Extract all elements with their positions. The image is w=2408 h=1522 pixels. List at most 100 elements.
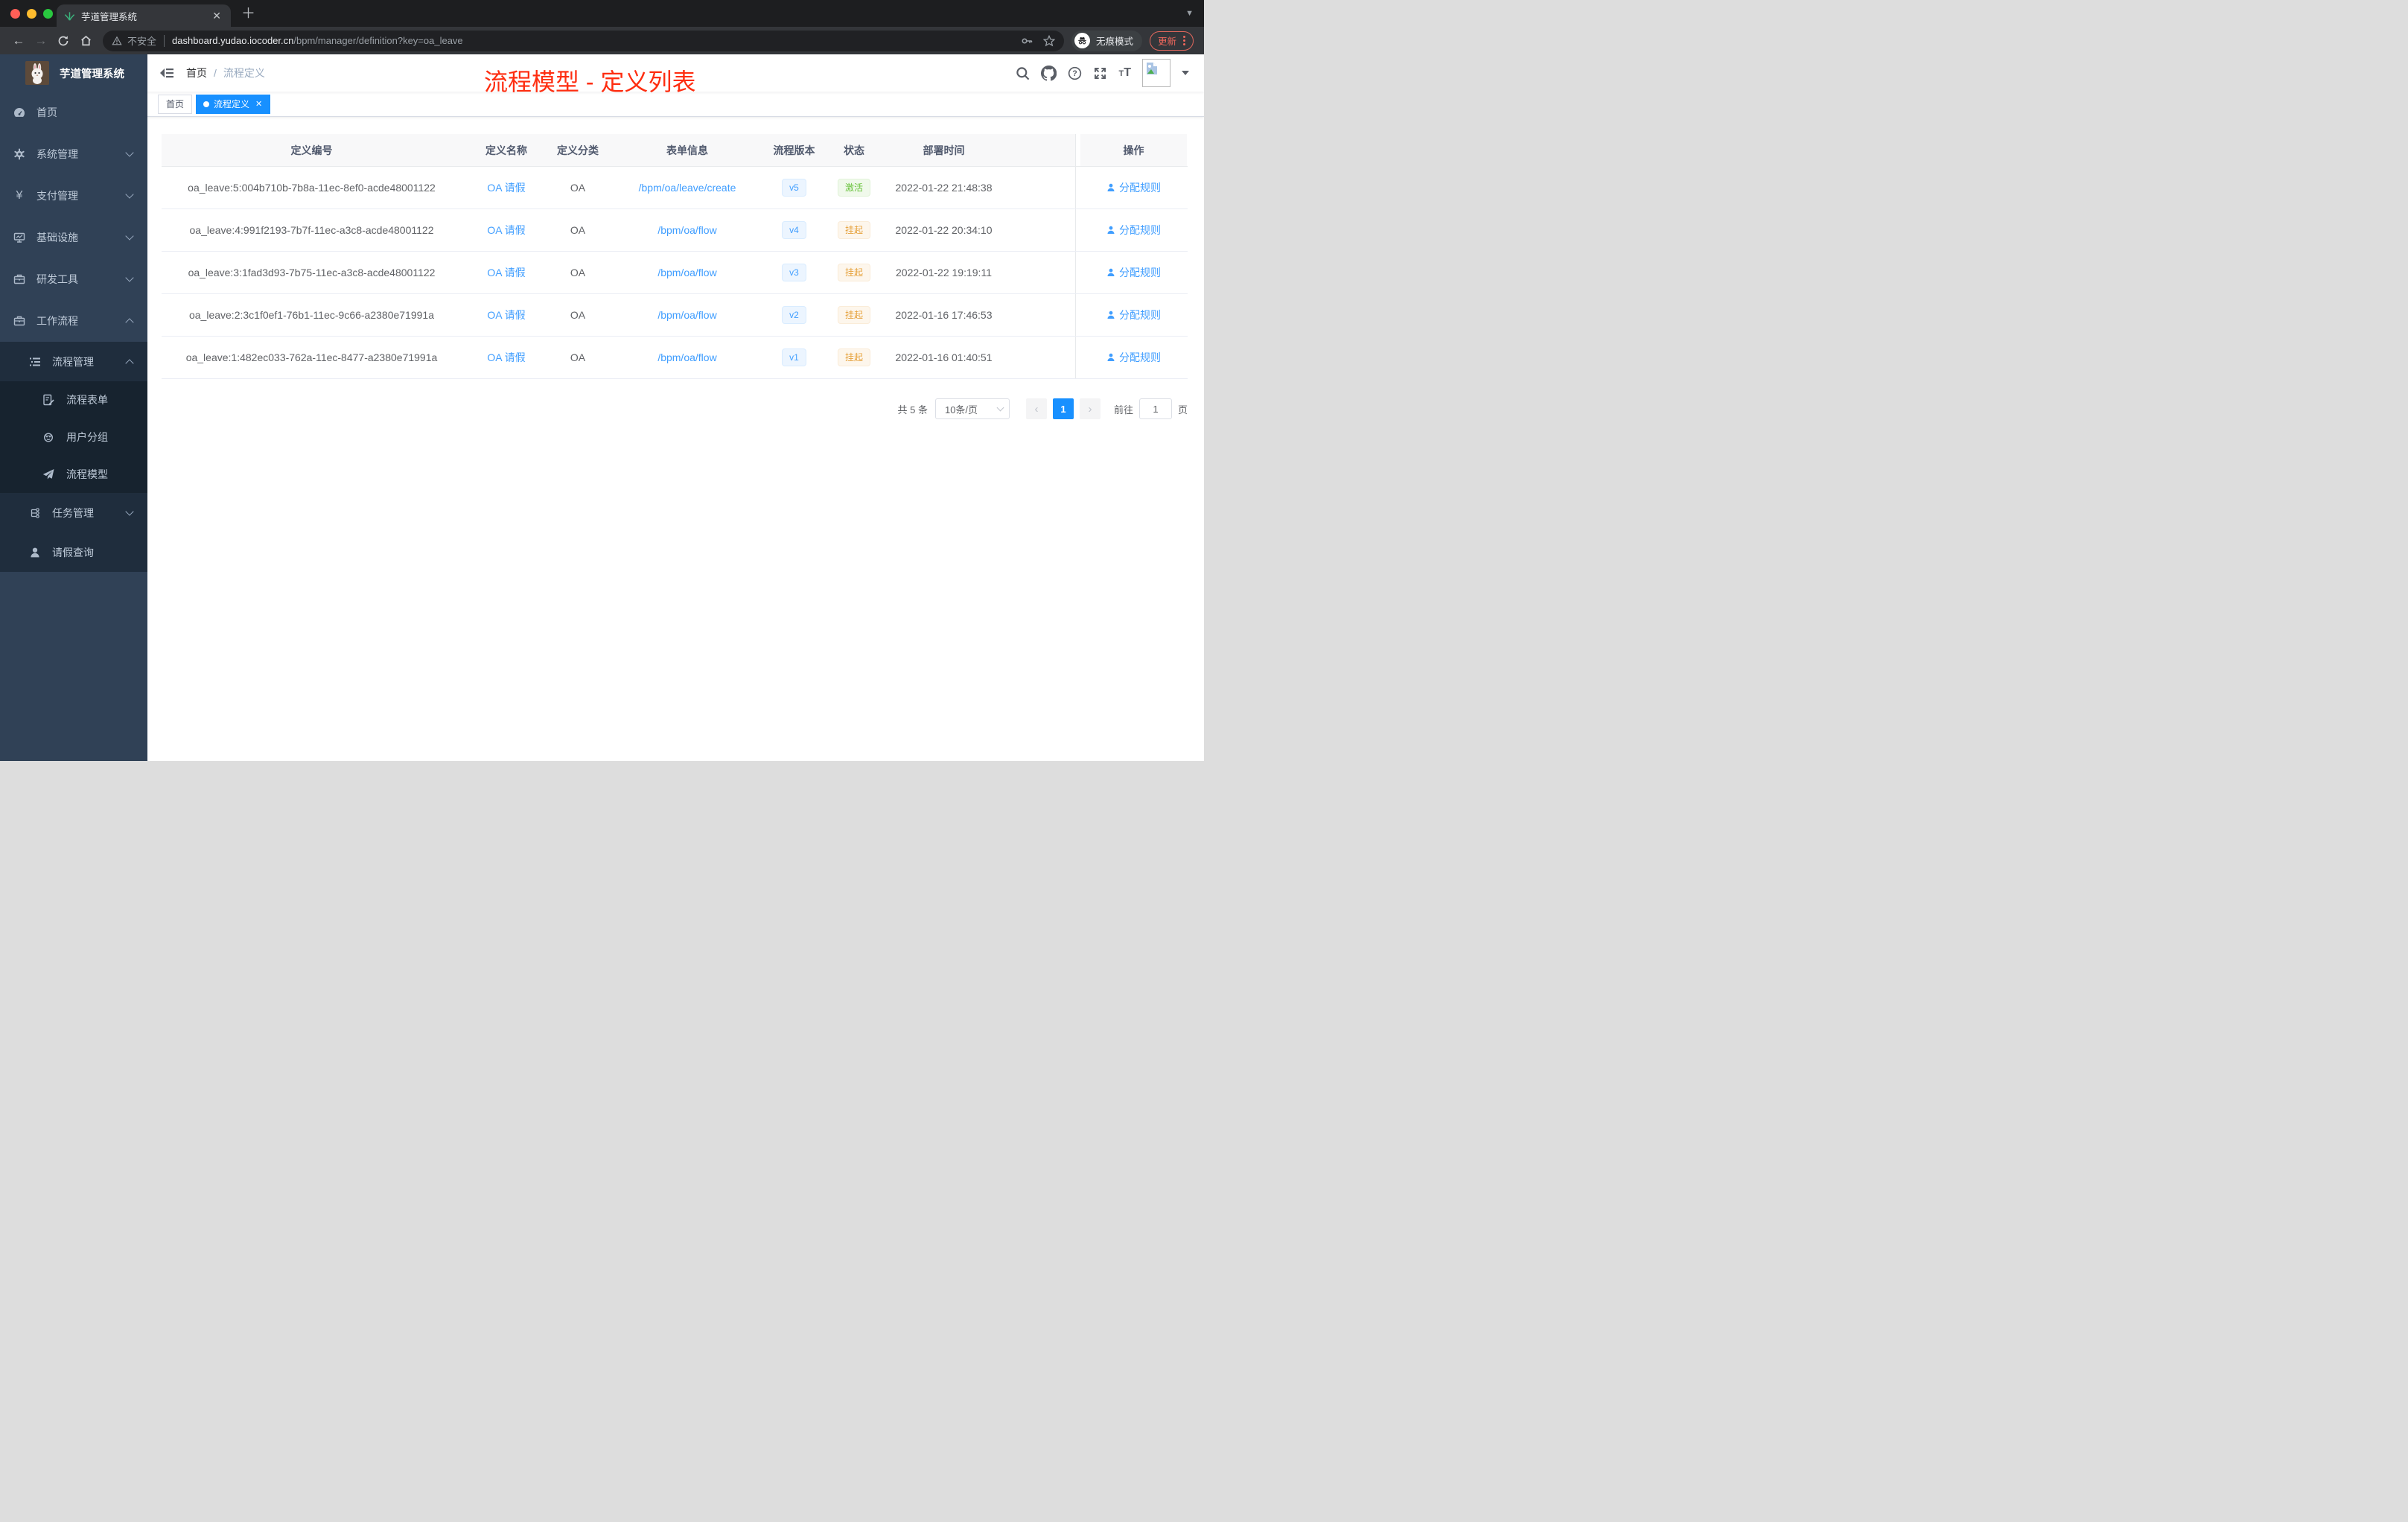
definition-name-link[interactable]: OA 请假: [487, 308, 525, 322]
minimize-window-button[interactable]: [27, 9, 36, 19]
cell-category: OA: [570, 351, 586, 363]
cell-definition-id: oa_leave:1:482ec033-762a-11ec-8477-a2380…: [185, 351, 438, 363]
sidebar-item-leave-query[interactable]: 请假查询: [0, 532, 147, 572]
col-header-status: 状态: [844, 144, 864, 156]
new-tab-icon[interactable]: ＋: [241, 2, 255, 22]
sidebar-item-workflow[interactable]: 工作流程: [0, 300, 147, 342]
cell-deploy-time: 2022-01-16 01:40:51: [895, 351, 993, 363]
tag-close-icon[interactable]: ✕: [255, 99, 262, 109]
assign-rule-link[interactable]: 分配规则: [1119, 265, 1161, 280]
github-icon[interactable]: [1041, 66, 1057, 81]
assign-rule-link[interactable]: 分配规则: [1119, 350, 1161, 365]
version-badge: v3: [782, 264, 806, 281]
goto-label: 前往: [1113, 404, 1133, 415]
goto-page-input[interactable]: [1138, 398, 1172, 419]
address-bar[interactable]: 不安全 dashboard.yudao.iocoder.cn/bpm/manag…: [103, 30, 1064, 51]
sidebar-item-label: 支付管理: [36, 190, 78, 202]
tag-process-definition[interactable]: 流程定义 ✕: [196, 94, 271, 114]
sidebar-item-process-mgmt[interactable]: 流程管理: [0, 342, 147, 381]
form-link[interactable]: /bpm/oa/leave/create: [639, 182, 736, 194]
caret-down-icon[interactable]: [1182, 71, 1189, 75]
form-link[interactable]: /bpm/oa/flow: [657, 309, 716, 321]
robot-icon: [42, 431, 54, 443]
tab-close-icon[interactable]: ✕: [210, 10, 223, 22]
sidebar-item-dev-tools[interactable]: 研发工具: [0, 258, 147, 300]
status-badge: 挂起: [837, 264, 870, 281]
assign-rule-link[interactable]: 分配规则: [1119, 308, 1161, 322]
browser-tab-strip: 芋道管理系统 ✕ ＋ ▼: [0, 0, 1204, 27]
star-icon[interactable]: [1043, 35, 1055, 47]
col-header-form: 表单信息: [666, 144, 708, 156]
avatar[interactable]: [1142, 59, 1170, 87]
table-row: oa_leave:4:991f2193-7b7f-11ec-a3c8-acde4…: [162, 209, 1188, 252]
close-window-button[interactable]: [10, 9, 20, 19]
gear-icon: [13, 148, 25, 160]
incognito-icon: [1077, 36, 1087, 45]
key-icon[interactable]: [1021, 35, 1033, 47]
chevron-up-icon: [125, 358, 134, 368]
sidebar-item-task-mgmt[interactable]: 任务管理: [0, 493, 147, 532]
cell-definition-id: oa_leave:2:3c1f0ef1-76b1-11ec-9c66-a2380…: [188, 309, 434, 321]
pagination: 共 5 条 10条/页 ‹ 1 › 前往 页: [162, 398, 1188, 419]
kebab-menu-icon[interactable]: [1183, 36, 1185, 45]
page-number-1[interactable]: 1: [1052, 398, 1074, 419]
form-link[interactable]: /bpm/oa/flow: [657, 224, 716, 236]
update-button[interactable]: 更新: [1149, 31, 1194, 51]
forward-icon[interactable]: →: [30, 34, 52, 48]
cell-definition-id: oa_leave:5:004b710b-7b8a-11ec-8ef0-acde4…: [188, 182, 436, 194]
send-icon: [42, 468, 54, 480]
home-icon[interactable]: [74, 34, 97, 47]
chevron-down-icon: [125, 190, 134, 199]
definition-name-link[interactable]: OA 请假: [487, 265, 525, 280]
sidebar-item-label: 工作流程: [36, 315, 78, 327]
maximize-window-button[interactable]: [43, 9, 53, 19]
cell-category: OA: [570, 224, 586, 236]
back-icon[interactable]: ←: [7, 34, 30, 48]
cell-definition-id: oa_leave:4:991f2193-7b7f-11ec-a3c8-acde4…: [189, 224, 434, 236]
sidebar-item-label: 流程模型: [66, 468, 108, 480]
sidebar-item-user-group[interactable]: 用户分组: [0, 418, 147, 456]
sidebar-item-process-model[interactable]: 流程模型: [0, 456, 147, 493]
next-page-button[interactable]: ›: [1079, 398, 1101, 419]
breadcrumb-home[interactable]: 首页: [186, 66, 207, 80]
breadcrumb-current: 流程定义: [223, 67, 265, 79]
tag-home[interactable]: 首页: [158, 94, 193, 114]
table-row: oa_leave:2:3c1f0ef1-76b1-11ec-9c66-a2380…: [162, 294, 1188, 337]
search-icon[interactable]: [1016, 66, 1030, 80]
security-label[interactable]: 不安全: [127, 34, 156, 48]
tag-label: 流程定义: [214, 99, 250, 109]
person-icon: [1106, 268, 1115, 277]
active-dot: [203, 101, 210, 107]
cell-deploy-time: 2022-01-22 20:34:10: [895, 224, 993, 236]
sidebar-item-home[interactable]: 首页: [0, 92, 147, 133]
form-link[interactable]: /bpm/oa/flow: [657, 351, 716, 363]
logo-title: 芋道管理系统: [60, 68, 124, 80]
cell-category: OA: [570, 267, 586, 278]
cell-definition-id: oa_leave:3:1fad3d93-7b75-11ec-a3c8-acde4…: [188, 267, 436, 278]
list-icon: [29, 356, 41, 368]
sidebar-item-payment-mgmt[interactable]: ¥ 支付管理: [0, 175, 147, 217]
definition-name-link[interactable]: OA 请假: [487, 350, 525, 365]
version-badge: v2: [782, 306, 806, 324]
reload-icon[interactable]: [52, 34, 74, 47]
form-icon: [42, 394, 54, 406]
assign-rule-link[interactable]: 分配规则: [1119, 223, 1161, 238]
definition-name-link[interactable]: OA 请假: [487, 180, 525, 195]
sidebar-item-system-mgmt[interactable]: 系统管理: [0, 133, 147, 175]
assign-rule-link[interactable]: 分配规则: [1119, 180, 1161, 195]
url-text[interactable]: dashboard.yudao.iocoder.cn/bpm/manager/d…: [172, 35, 463, 46]
help-icon[interactable]: [1068, 66, 1082, 80]
sidebar-item-label: 基础设施: [36, 232, 78, 243]
definition-name-link[interactable]: OA 请假: [487, 223, 525, 238]
prev-page-button[interactable]: ‹: [1025, 398, 1047, 419]
tab-search-icon[interactable]: ▼: [1185, 9, 1194, 18]
browser-tab[interactable]: 芋道管理系统 ✕: [57, 4, 231, 27]
fullscreen-icon[interactable]: [1093, 66, 1107, 80]
page-size-select[interactable]: 10条/页: [934, 398, 1010, 419]
form-link[interactable]: /bpm/oa/flow: [657, 267, 716, 278]
font-size-icon[interactable]: TT: [1118, 66, 1131, 80]
sidebar-item-process-form[interactable]: 流程表单: [0, 381, 147, 418]
sidebar-item-infrastructure[interactable]: 基础设施: [0, 217, 147, 258]
col-header-time: 部署时间: [923, 144, 965, 156]
hamburger-icon[interactable]: [159, 66, 174, 80]
